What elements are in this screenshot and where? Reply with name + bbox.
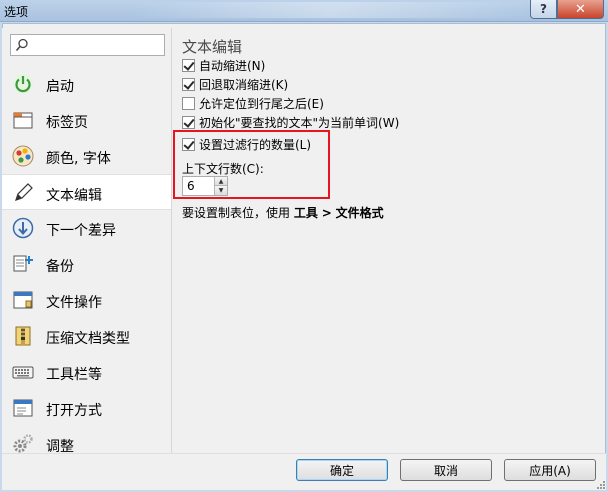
- sidebar-item-label: 颜色, 字体: [46, 151, 111, 167]
- help-icon: ?: [540, 2, 547, 16]
- auto-indent-checkbox[interactable]: [182, 58, 195, 72]
- sidebar-item-file-operations[interactable]: 文件操作: [2, 282, 171, 318]
- resize-grip-icon[interactable]: [596, 480, 606, 490]
- sidebar-item-archive-types[interactable]: 压缩文档类型: [2, 318, 171, 354]
- init-find-text-checkbox[interactable]: [182, 115, 195, 129]
- backspace-unindent-checkbox[interactable]: [182, 77, 195, 91]
- auto-indent-label: 自动缩进(N): [199, 58, 266, 73]
- sidebar-item-open-with[interactable]: 打开方式: [2, 390, 171, 426]
- gears-icon: [13, 434, 33, 453]
- sidebar-item-label: 标签页: [46, 115, 88, 131]
- nav-list: 启动 标签页 颜色, 字体 文本编辑 下一个差异 备份 文件操作 压缩文档类型 …: [2, 66, 171, 453]
- sidebar-item-label: 调整: [46, 439, 74, 453]
- apply-button[interactable]: 应用(A): [504, 459, 596, 481]
- init-find-text-option[interactable]: 初始化"要查找的文本"为当前单词(W): [182, 114, 399, 130]
- sidebar-item-label: 备份: [46, 259, 74, 275]
- backup-icon: [13, 255, 33, 272]
- backspace-unindent-option[interactable]: 回退取消缩进(K): [182, 76, 288, 92]
- backspace-unindent-label: 回退取消缩进(K): [199, 77, 289, 92]
- hint-tools: 工具: [293, 206, 318, 220]
- sidebar-item-next-difference[interactable]: 下一个差异: [2, 210, 171, 246]
- close-icon: ✕: [575, 1, 586, 17]
- palette-icon: [12, 145, 34, 167]
- title-bar: 选项 ? ✕: [0, 0, 608, 22]
- search-icon: [15, 38, 28, 52]
- sidebar-item-tweaks[interactable]: 调整: [2, 426, 171, 453]
- close-button[interactable]: ✕: [557, 0, 604, 19]
- section-title: 文本编辑: [182, 38, 243, 56]
- sidebar-item-label: 文本编辑: [46, 188, 102, 204]
- keyboard-icon: [12, 366, 34, 379]
- sidebar-item-label: 打开方式: [46, 403, 102, 419]
- help-button[interactable]: ?: [530, 0, 557, 19]
- next-diff-icon: [12, 217, 34, 239]
- hint-file-format: 文件格式: [335, 206, 384, 220]
- ok-button[interactable]: 确定: [296, 459, 388, 481]
- highlight-box: [173, 130, 330, 199]
- tab-stops-hint: 要设置制表位，使用 工具 > 文件格式: [182, 204, 384, 221]
- title-bar-background: [130, 2, 530, 18]
- auto-indent-option[interactable]: 自动缩进(N): [182, 57, 265, 73]
- settings-panel: 文本编辑 自动缩进(N) 回退取消缩进(K) 允许定位到行尾之后(E) 初始化"…: [172, 28, 604, 453]
- file-ops-icon: [13, 291, 33, 309]
- sidebar-item-colors-fonts[interactable]: 颜色, 字体: [2, 138, 171, 174]
- hint-separator: >: [321, 206, 332, 220]
- sidebar-item-backup[interactable]: 备份: [2, 246, 171, 282]
- search-input[interactable]: [10, 34, 165, 56]
- power-icon: [13, 74, 33, 94]
- allow-past-eol-label: 允许定位到行尾之后(E): [199, 96, 324, 111]
- sidebar-item-text-editing[interactable]: 文本编辑: [2, 174, 171, 210]
- sidebar-item-label: 下一个差异: [46, 223, 116, 239]
- sidebar-item-label: 压缩文档类型: [46, 331, 130, 347]
- cancel-button[interactable]: 取消: [400, 459, 492, 481]
- sidebar-item-startup[interactable]: 启动: [2, 66, 171, 102]
- sidebar-item-tabs[interactable]: 标签页: [2, 102, 171, 138]
- allow-past-eol-checkbox[interactable]: [182, 96, 195, 110]
- sidebar-item-label: 启动: [46, 79, 74, 95]
- init-find-text-label: 初始化"要查找的文本"为当前单词(W): [199, 115, 400, 130]
- sidebar-item-label: 文件操作: [46, 295, 102, 311]
- archive-icon: [15, 326, 31, 346]
- allow-past-eol-option[interactable]: 允许定位到行尾之后(E): [182, 95, 324, 111]
- tabs-icon: [13, 112, 33, 129]
- hint-text: 要设置制表位，使用: [182, 206, 291, 220]
- sidebar-item-label: 工具栏等: [46, 367, 102, 383]
- pen-icon: [15, 183, 33, 201]
- sidebar: 启动 标签页 颜色, 字体 文本编辑 下一个差异 备份 文件操作 压缩文档类型 …: [2, 28, 171, 453]
- window-title: 选项: [4, 5, 29, 19]
- sidebar-item-toolbars[interactable]: 工具栏等: [2, 354, 171, 390]
- open-with-icon: [13, 399, 33, 417]
